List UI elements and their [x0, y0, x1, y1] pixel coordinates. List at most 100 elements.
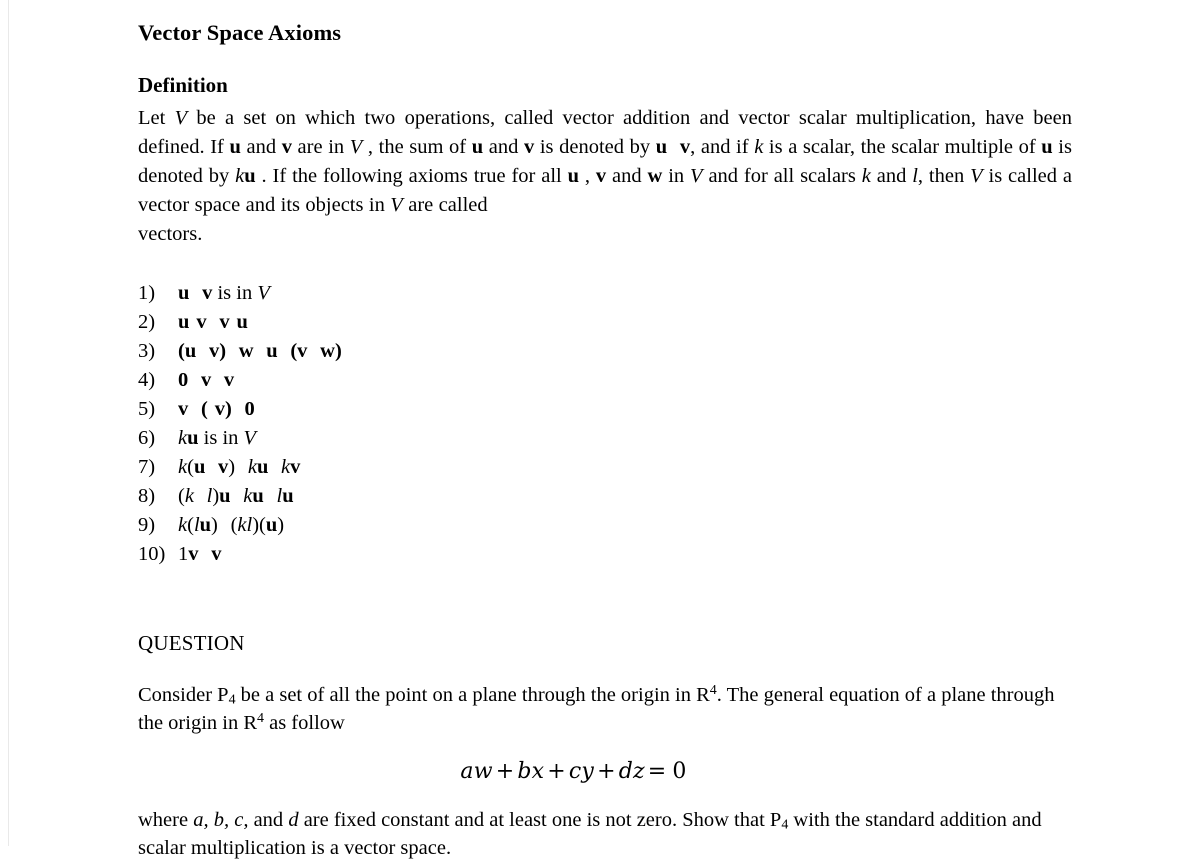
- vector-symbol: w: [238, 340, 254, 363]
- symbol-u-4: u: [1041, 136, 1053, 159]
- axiom-item: 3) (u v) w u (v w): [138, 337, 1072, 366]
- p-subscript-1: 4: [228, 692, 236, 708]
- document-content: Vector Space Axioms Definition Let V be …: [138, 0, 1072, 862]
- vector-symbol: v: [290, 456, 301, 479]
- axiom-item: 4) 0 v v: [138, 366, 1072, 395]
- definition-text-6: and: [483, 136, 524, 159]
- scalar-symbol: V: [243, 427, 257, 450]
- equation-term-3: cy: [568, 759, 595, 785]
- symbol-v-1: v: [281, 136, 292, 159]
- closing-text-c: are fixed constant and at least one is n…: [298, 809, 782, 832]
- vector-symbol: u: [256, 456, 269, 479]
- definition-text-11: . If the following axioms true for all: [255, 165, 568, 188]
- axiom-item: 5) v (v) 0: [138, 395, 1072, 424]
- symbol-u-1: u: [229, 136, 241, 159]
- definition-text-7: is denoted by: [534, 136, 656, 159]
- axiom-number: 2): [138, 311, 156, 334]
- vector-symbol: ): [225, 398, 232, 421]
- axiom-number: 6): [138, 427, 156, 450]
- definition-text-14: in: [662, 165, 691, 188]
- closing-text-b: and: [248, 809, 289, 832]
- scalar-symbol: k: [178, 514, 188, 537]
- symbol-w-1: w: [647, 165, 663, 188]
- definition-text-3: and: [240, 136, 282, 159]
- axiom-text: is in: [198, 427, 244, 450]
- vector-symbol: v: [219, 311, 230, 334]
- axiom-number: 5): [138, 398, 156, 421]
- definition-text-16: and: [870, 165, 913, 188]
- definition-text-13: and: [606, 165, 648, 188]
- question-text-d: as follow: [263, 712, 345, 735]
- page-title: Vector Space Axioms: [138, 20, 342, 45]
- equation-term-4: dz: [618, 759, 645, 785]
- question-paragraph: Consider P4 be a set of all the point on…: [138, 656, 1072, 737]
- scalar-symbol: V: [257, 282, 270, 305]
- scalar-symbol: k: [184, 485, 194, 508]
- symbol-u-5: u: [244, 165, 256, 188]
- symbol-k-2: k: [235, 165, 245, 188]
- symbol-k-1: k: [754, 136, 764, 159]
- vector-symbol: ): [219, 340, 227, 363]
- scalar-symbol: k: [247, 456, 257, 479]
- axiom-text: is in: [212, 282, 258, 305]
- vector-symbol: v: [208, 340, 220, 363]
- axiom-item: 10) 1v v: [138, 540, 1072, 569]
- vector-symbol: v: [200, 369, 212, 392]
- vector-symbol: u: [252, 485, 264, 508]
- equation-operator-2: +: [547, 759, 566, 785]
- vector-symbol: u: [178, 311, 190, 334]
- question-heading: QUESTION: [138, 631, 245, 656]
- vector-symbol: v: [214, 398, 225, 421]
- definition-text-1: Let: [138, 107, 175, 130]
- axiom-text: )(: [252, 514, 266, 537]
- vector-symbol: v: [218, 456, 229, 479]
- vector-symbol: (: [200, 398, 208, 421]
- constant-d: d: [288, 809, 299, 832]
- equation-term-2: bx: [517, 759, 545, 785]
- vector-symbol: v: [202, 282, 213, 305]
- axiom-number: 9): [138, 514, 156, 537]
- symbol-V-1: V: [174, 107, 188, 130]
- vector-symbol: u: [184, 340, 197, 363]
- vector-symbol: v: [223, 369, 235, 392]
- symbol-V-3: V: [690, 165, 703, 188]
- vector-symbol: v: [196, 311, 207, 334]
- question-text-b: be a set of all the point on a plane thr…: [235, 684, 710, 707]
- vector-symbol: u: [265, 514, 278, 537]
- axiom-number: 3): [138, 340, 156, 363]
- document-page: Vector Space Axioms Definition Let V be …: [0, 0, 1200, 859]
- vector-symbol: 0: [244, 398, 255, 421]
- vector-symbol: v: [211, 543, 222, 566]
- equation-operator-4: =: [647, 759, 667, 785]
- vector-symbol: u: [219, 485, 231, 508]
- definition-text-19: are called: [402, 194, 488, 217]
- axiom-list: 1) u v is in V 2) u v v u 3) (u v) w u (v w) 4) 0 v v 5) v(v…: [138, 249, 1072, 569]
- vector-symbol: v: [297, 340, 308, 363]
- vector-symbol: u: [266, 340, 278, 363]
- vector-symbol: 0: [178, 369, 189, 392]
- vector-symbol: u: [178, 282, 190, 305]
- axiom-item: 1) u v is in V: [138, 279, 1072, 308]
- definition-text-17: , then: [917, 165, 971, 188]
- axiom-text: (: [187, 514, 194, 537]
- vector-symbol: u: [193, 456, 206, 479]
- definition-text-15: and for all scalars: [702, 165, 862, 188]
- axiom-item: 8) (k l)u ku lu: [138, 482, 1072, 511]
- axiom-text: ): [211, 514, 218, 537]
- axiom-number: 10): [138, 543, 166, 566]
- symbol-V-2: V: [349, 136, 363, 159]
- plane-equation: aw + bx + cy + dz = 0: [138, 737, 1072, 784]
- equation-rhs: 0: [672, 759, 687, 785]
- r-superscript-1: 4: [709, 683, 717, 699]
- scalar-symbol: k: [178, 427, 188, 450]
- axiom-item: 2) u v v u: [138, 308, 1072, 337]
- axiom-text: ): [228, 456, 236, 479]
- symbol-V-4: V: [970, 165, 983, 188]
- axiom-number: 7): [138, 456, 156, 479]
- symbol-k-3: k: [861, 165, 871, 188]
- r-superscript-2: 4: [257, 711, 264, 727]
- vector-symbol: u: [199, 514, 212, 537]
- axiom-text: 1: [178, 543, 189, 566]
- definition-text-9: is a scalar, the scalar multiple of: [763, 136, 1042, 159]
- definition-text-8: , and if: [690, 136, 755, 159]
